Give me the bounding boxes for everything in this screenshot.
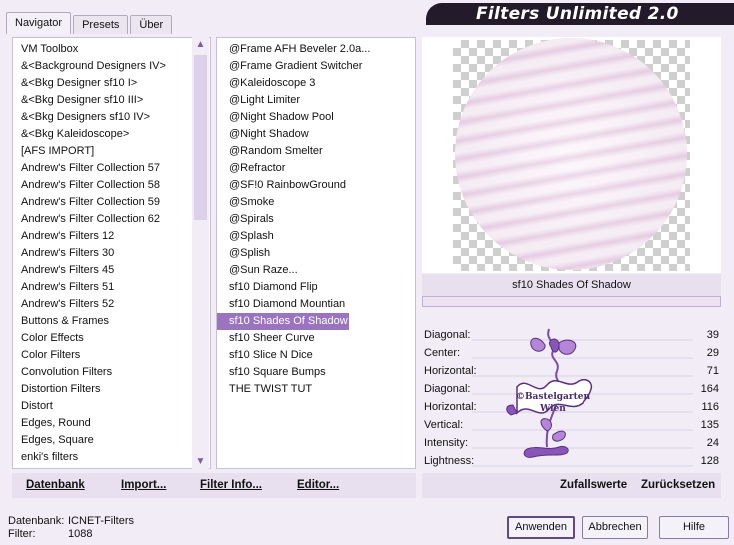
- filter-item[interactable]: @Sun Raze...: [217, 262, 415, 279]
- filter-item[interactable]: @SF!0 RainbowGround: [217, 177, 415, 194]
- parameter-value[interactable]: 164: [701, 380, 719, 398]
- tab-bar: Navigator Presets Über: [6, 12, 174, 34]
- filter-item[interactable]: @Light Limiter: [217, 92, 415, 109]
- category-item[interactable]: Distortion Filters: [13, 381, 210, 398]
- category-item[interactable]: Andrew's Filter Collection 57: [13, 160, 210, 177]
- filter-item[interactable]: @Splish: [217, 245, 415, 262]
- category-item[interactable]: &<Bkg Designer sf10 I>: [13, 75, 210, 92]
- category-item[interactable]: Andrew's Filters 45: [13, 262, 210, 279]
- filter-item[interactable]: @Random Smelter: [217, 143, 415, 160]
- category-item[interactable]: Distort: [13, 398, 210, 415]
- parameter-label: Lightness:: [424, 455, 475, 467]
- category-scroll-thumb[interactable]: [194, 55, 207, 220]
- random-values-button[interactable]: Zufallswerte: [560, 479, 627, 491]
- category-item[interactable]: Andrew's Filters 52: [13, 296, 210, 313]
- category-list: VM Toolbox &<Background Designers IV> &<Bk…: [13, 38, 210, 466]
- parameter-label: Vertical:: [424, 419, 464, 431]
- category-item[interactable]: enki's filters: [13, 449, 210, 466]
- category-item[interactable]: &<Background Designers IV>: [13, 58, 210, 75]
- parameter-value[interactable]: 71: [707, 362, 719, 380]
- category-item[interactable]: [AFS IMPORT]: [13, 143, 210, 160]
- parameter-label: Horizontal:: [424, 401, 477, 413]
- category-item[interactable]: Andrew's Filter Collection 59: [13, 194, 210, 211]
- category-item[interactable]: Convolution Filters: [13, 364, 210, 381]
- category-item[interactable]: &<Bkg Kaleidoscope>: [13, 126, 210, 143]
- category-item[interactable]: Andrew's Filters 51: [13, 279, 210, 296]
- filter-info-button[interactable]: Filter Info...: [200, 479, 262, 491]
- parameter-label: Intensity:: [424, 437, 469, 449]
- category-item[interactable]: Andrew's Filter Collection 58: [13, 177, 210, 194]
- category-item[interactable]: Andrew's Filter Collection 62: [13, 211, 210, 228]
- filter-count-label: Filter:: [8, 528, 36, 540]
- category-item[interactable]: VM Toolbox: [13, 41, 210, 58]
- filter-item[interactable]: @Night Shadow: [217, 126, 415, 143]
- watermark-logo: ©Bastelgarten Wien: [506, 328, 593, 458]
- filter-item[interactable]: sf10 Slice N Dice: [217, 347, 415, 364]
- parameter-label: Horizontal:: [424, 365, 477, 377]
- filter-item[interactable]: @Splash: [217, 228, 415, 245]
- help-button[interactable]: Hilfe: [659, 516, 729, 539]
- filter-item[interactable]: @Smoke: [217, 194, 415, 211]
- category-item[interactable]: Edges, Square: [13, 432, 210, 449]
- status-info: Datenbank: ICNET-Filters Filter: 1088: [8, 515, 134, 541]
- chevron-up-icon[interactable]: ▲: [192, 37, 209, 52]
- filter-list: @Frame AFH Beveler 2.0a... @Frame Gradien…: [217, 38, 415, 398]
- tab-navigator[interactable]: Navigator: [6, 12, 72, 34]
- filter-item[interactable]: @Frame Gradient Switcher: [217, 58, 415, 75]
- parameter-value[interactable]: 128: [701, 452, 719, 470]
- watermark-line2: Wien: [539, 404, 566, 414]
- tab-presets[interactable]: Presets: [73, 15, 129, 34]
- apply-button[interactable]: Anwenden: [507, 516, 575, 539]
- category-item[interactable]: Color Effects: [13, 330, 210, 347]
- filter-list-panel: @Frame AFH Beveler 2.0a... @Frame Gradien…: [216, 37, 416, 469]
- database-label: Datenbank:: [8, 515, 65, 527]
- filter-item[interactable]: @Night Shadow Pool: [217, 109, 415, 126]
- editor-button[interactable]: Editor...: [297, 479, 339, 491]
- filter-item[interactable]: sf10 Sheer Curve: [217, 330, 415, 347]
- parameter-value[interactable]: 29: [707, 344, 719, 362]
- category-item[interactable]: Color Filters: [13, 347, 210, 364]
- filter-item[interactable]: @Kaleidoscope 3: [217, 75, 415, 92]
- preview-image[interactable]: [455, 38, 687, 270]
- parameter-label: Diagonal:: [424, 383, 471, 395]
- database-button[interactable]: Datenbank: [26, 479, 85, 491]
- filter-item[interactable]: sf10 Diamond Flip: [217, 279, 415, 296]
- chevron-down-icon[interactable]: ▼: [192, 454, 209, 469]
- parameter-slider[interactable]: [472, 465, 693, 467]
- parameter-value[interactable]: 116: [701, 398, 719, 416]
- database-value: ICNET-Filters: [68, 515, 134, 527]
- tab-about[interactable]: Über: [130, 15, 173, 34]
- preview-filter-name: sf10 Shades Of Shadow: [422, 274, 721, 296]
- filter-item[interactable]: sf10 Shades Of Shadow: [217, 313, 349, 330]
- parameter-value[interactable]: 24: [707, 434, 719, 452]
- parameter-label: Diagonal:: [424, 329, 471, 341]
- navigator-button-bar: Datenbank Import... Filter Info... Edito…: [12, 473, 416, 498]
- parameter-value[interactable]: 39: [707, 326, 719, 344]
- filter-item[interactable]: @Frame AFH Beveler 2.0a...: [217, 41, 415, 58]
- app-title-banner: Filters Unlimited 2.0: [426, 3, 734, 25]
- reset-button[interactable]: Zurücksetzen: [641, 479, 715, 491]
- filter-item[interactable]: sf10 Diamond Mountian: [217, 296, 415, 313]
- category-item[interactable]: Andrew's Filters 12: [13, 228, 210, 245]
- progress-bar: [422, 296, 721, 307]
- category-item[interactable]: Edges, Round: [13, 415, 210, 432]
- import-button[interactable]: Import...: [121, 479, 166, 491]
- filter-count-value: 1088: [68, 528, 93, 540]
- filter-item[interactable]: @Spirals: [217, 211, 415, 228]
- category-item[interactable]: Buttons & Frames: [13, 313, 210, 330]
- filter-item[interactable]: sf10 Square Bumps: [217, 364, 415, 381]
- parameter-label: Center:: [424, 347, 461, 359]
- category-item[interactable]: Andrew's Filters 30: [13, 245, 210, 262]
- category-list-panel: VM Toolbox &<Background Designers IV> &<Bk…: [12, 37, 211, 469]
- parameter-button-bar: Zufallswerte Zurücksetzen: [422, 473, 721, 498]
- filter-item[interactable]: @Refractor: [217, 160, 415, 177]
- filter-item[interactable]: THE TWIST TUT: [217, 381, 415, 398]
- category-item[interactable]: &<Bkg Designer sf10 III>: [13, 92, 210, 109]
- cancel-button[interactable]: Abbrechen: [582, 516, 648, 539]
- watermark-line1: ©Bastelgarten: [516, 392, 591, 402]
- parameter-value[interactable]: 135: [701, 416, 719, 434]
- category-item[interactable]: &<Bkg Designers sf10 IV>: [13, 109, 210, 126]
- app-title: Filters Unlimited 2.0: [476, 4, 679, 24]
